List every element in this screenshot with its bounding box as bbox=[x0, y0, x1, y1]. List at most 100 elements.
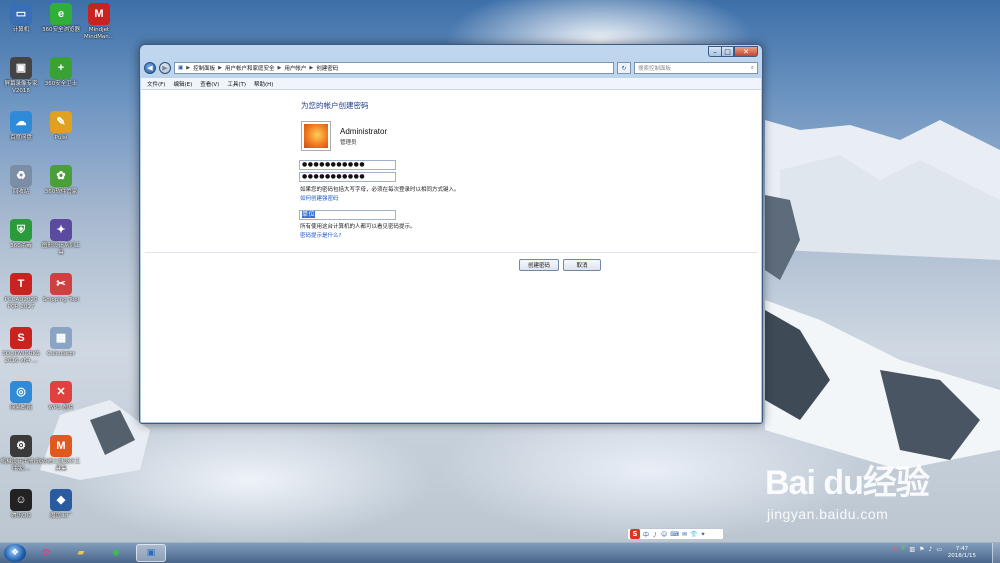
desktop-icon[interactable]: ♻ 回收站 bbox=[0, 165, 42, 196]
taskbar-explorer[interactable]: ▰ bbox=[66, 544, 96, 562]
app-icon: ✕ bbox=[50, 381, 72, 403]
desktop-icon[interactable]: ✕ WPS 图片 bbox=[40, 381, 82, 412]
show-desktop-button[interactable] bbox=[992, 543, 1000, 563]
desktop-icon[interactable]: ✦ 图形设计系列工具 bbox=[40, 219, 82, 257]
desktop-icon[interactable]: ⚙ 机械设计手册(软件版)... bbox=[0, 435, 42, 473]
menu-help[interactable]: 帮助(H) bbox=[254, 80, 273, 88]
cancel-button[interactable]: 取消 bbox=[563, 259, 601, 271]
app-icon: ▦ bbox=[50, 327, 72, 349]
desktop-icon-label: 360安全浏览器 bbox=[42, 27, 80, 33]
sogou-icon[interactable]: S bbox=[630, 529, 640, 539]
maximize-button[interactable]: □ bbox=[721, 46, 734, 57]
account-name: Administrator bbox=[340, 127, 388, 136]
ime-skin-icon[interactable]: 👕 bbox=[690, 531, 697, 538]
ime-emoji-icon[interactable]: ☺ bbox=[661, 531, 667, 538]
app-icon: ⚙ bbox=[10, 435, 32, 457]
desktop-icon-label: WPS 图片 bbox=[48, 405, 74, 411]
caps-info-text: 如果您的密码包括大写字母，必须在每次登录时以相同方式键入。 bbox=[300, 187, 460, 193]
breadcrumb-user-accounts[interactable]: 用户帐户 bbox=[284, 64, 306, 72]
password-hint-field[interactable]: 单位 bbox=[299, 210, 396, 220]
desktop-icon-label: 腾讯QQ bbox=[11, 513, 31, 519]
password-hint-value: 单位 bbox=[302, 211, 316, 218]
search-icon: ⌕ bbox=[750, 64, 754, 71]
browser-icon: ◉ bbox=[112, 548, 120, 558]
divider bbox=[145, 252, 757, 253]
clock-time: 7:47 bbox=[955, 546, 969, 552]
desktop-icon[interactable]: ☺ 腾讯QQ bbox=[0, 489, 42, 520]
start-button[interactable]: ❖ bbox=[4, 544, 26, 562]
desktop-icon[interactable]: S SOLIDWORKS 2016 x64 ... bbox=[0, 327, 42, 365]
clock-date: 2018/1/15 bbox=[947, 553, 976, 559]
close-button[interactable]: ✕ bbox=[734, 46, 758, 57]
forward-button[interactable]: ▶ bbox=[159, 62, 171, 74]
new-password-field[interactable]: ●●●●●●●●●●● bbox=[299, 160, 396, 170]
strong-password-link[interactable]: 如何创建强密码 bbox=[300, 194, 339, 202]
desktop-icon-label: 360杀毒 bbox=[10, 243, 32, 249]
search-input[interactable]: 搜索控制面板 ⌕ bbox=[634, 62, 758, 74]
desktop-icon[interactable]: ▭ 计算机 bbox=[0, 3, 42, 34]
menu-tools[interactable]: 工具(T) bbox=[227, 80, 246, 88]
desktop-icon-label: 360安全卫士 bbox=[44, 81, 78, 87]
desktop-icon[interactable]: ✂ Snipping Tool bbox=[40, 273, 82, 304]
ime-keyboard-icon[interactable]: ⌨ bbox=[670, 531, 679, 538]
menu-file[interactable]: 文件(F) bbox=[147, 80, 165, 88]
shield-icon[interactable]: ⛨ bbox=[901, 545, 906, 553]
create-password-button[interactable]: 创建密码 bbox=[519, 259, 559, 271]
confirm-password-field[interactable]: ●●●●●●●●●●● bbox=[299, 172, 396, 182]
address-input[interactable]: ▣ ▶ 控制面板 ▶ 用户帐户和家庭安全 ▶ 用户帐户 ▶ 创建密码 bbox=[174, 62, 614, 74]
desktop-icon[interactable]: ◆ 魔兽工厂 bbox=[40, 489, 82, 520]
back-button[interactable]: ◀ bbox=[144, 62, 156, 74]
menu-bar: 文件(F) 编辑(E) 查看(V) 工具(T) 帮助(H) bbox=[141, 78, 761, 90]
taskbar-360-browser[interactable]: ◉ bbox=[101, 544, 131, 562]
taskbar: ❖ ✿ ▰ ◉ ▣ S ⛨ ▥ ⚑ ♪ ▭ 7:47 2018/1/15 bbox=[0, 542, 1000, 563]
refresh-button[interactable]: ↻ bbox=[617, 62, 631, 74]
control-panel-icon: ▣ bbox=[178, 65, 184, 71]
desktop-icon[interactable]: ☁ 百度网盘 bbox=[0, 111, 42, 142]
breadcrumb-control-panel[interactable]: 控制面板 bbox=[193, 64, 215, 72]
taskbar-app-pinwheel[interactable]: ✿ bbox=[31, 544, 61, 562]
ime-moon-icon[interactable]: 丿 bbox=[652, 530, 658, 539]
breadcrumb-user-accounts-family[interactable]: 用户帐户和家庭安全 bbox=[225, 64, 275, 72]
desktop-icon-label: Pulsi bbox=[54, 135, 68, 141]
hint-help-link[interactable]: 密码提示是什么? bbox=[300, 231, 341, 239]
desktop-icon[interactable]: ◎ 网易邮箱 bbox=[0, 381, 42, 412]
sogou-tray-icon[interactable]: S bbox=[893, 546, 897, 553]
network-icon[interactable]: ▥ bbox=[909, 546, 915, 553]
desktop-icon-label: 图形设计系列工具 bbox=[41, 243, 81, 256]
taskbar-control-panel[interactable]: ▣ bbox=[136, 544, 166, 562]
app-icon: ▭ bbox=[10, 3, 32, 25]
desktop-icon[interactable]: e 360安全浏览器 bbox=[40, 3, 82, 34]
desktop-icon[interactable]: ✎ Pulsi bbox=[40, 111, 82, 142]
baidu-url: jingyan.baidu.com bbox=[767, 506, 889, 522]
desktop-icon[interactable]: M Mindjet MindMan... bbox=[78, 3, 120, 41]
menu-edit[interactable]: 编辑(E) bbox=[173, 80, 192, 88]
flower-picture-icon bbox=[304, 124, 328, 148]
desktop-icon-label: 魔兽工厂 bbox=[49, 513, 72, 519]
avatar bbox=[301, 121, 331, 151]
flag-icon[interactable]: ⚑ bbox=[919, 546, 924, 553]
page-title: 为您的帐户创建密码 bbox=[301, 101, 369, 110]
desktop-icon[interactable]: ✿ 360软件管家 bbox=[40, 165, 82, 196]
desktop-icon[interactable]: M 迈迪三维设计工具集 bbox=[40, 435, 82, 473]
volume-icon[interactable]: ♪ bbox=[928, 546, 932, 553]
ime-mail-icon[interactable]: ✉ bbox=[682, 531, 687, 538]
desktop-icon[interactable]: +360安全卫士 bbox=[40, 57, 82, 88]
refresh-icon: ↻ bbox=[621, 64, 627, 72]
app-icon: ☺ bbox=[10, 489, 32, 511]
clock[interactable]: 7:47 2018/1/15 bbox=[948, 546, 976, 560]
app-icon: ♻ bbox=[10, 165, 32, 187]
ime-tools-icon[interactable]: ✦ bbox=[700, 531, 705, 538]
app-icon: e bbox=[50, 3, 72, 25]
address-bar: ◀ ▶ ▣ ▶ 控制面板 ▶ 用户帐户和家庭安全 ▶ 用户帐户 ▶ 创建密码 ↻… bbox=[144, 61, 758, 75]
app-icon: + bbox=[50, 57, 72, 79]
display-icon[interactable]: ▭ bbox=[936, 546, 942, 553]
desktop-icon-label: 迈迪三维设计工具集 bbox=[41, 459, 81, 472]
desktop-icon[interactable]: ⛨ 360杀毒 bbox=[0, 219, 42, 250]
menu-view[interactable]: 查看(V) bbox=[200, 80, 219, 88]
ime-chinese-toggle[interactable]: 中 bbox=[643, 530, 649, 539]
breadcrumb-create-password[interactable]: 创建密码 bbox=[316, 64, 338, 72]
minimize-button[interactable]: – bbox=[708, 46, 721, 57]
desktop-icon[interactable]: T PCCAD2020 PCR 2017 bbox=[0, 273, 42, 311]
desktop-icon[interactable]: ▦ Calculator bbox=[40, 327, 82, 358]
desktop-icon[interactable]: ▣ 屏幕录像专家 V2018 bbox=[0, 57, 42, 95]
